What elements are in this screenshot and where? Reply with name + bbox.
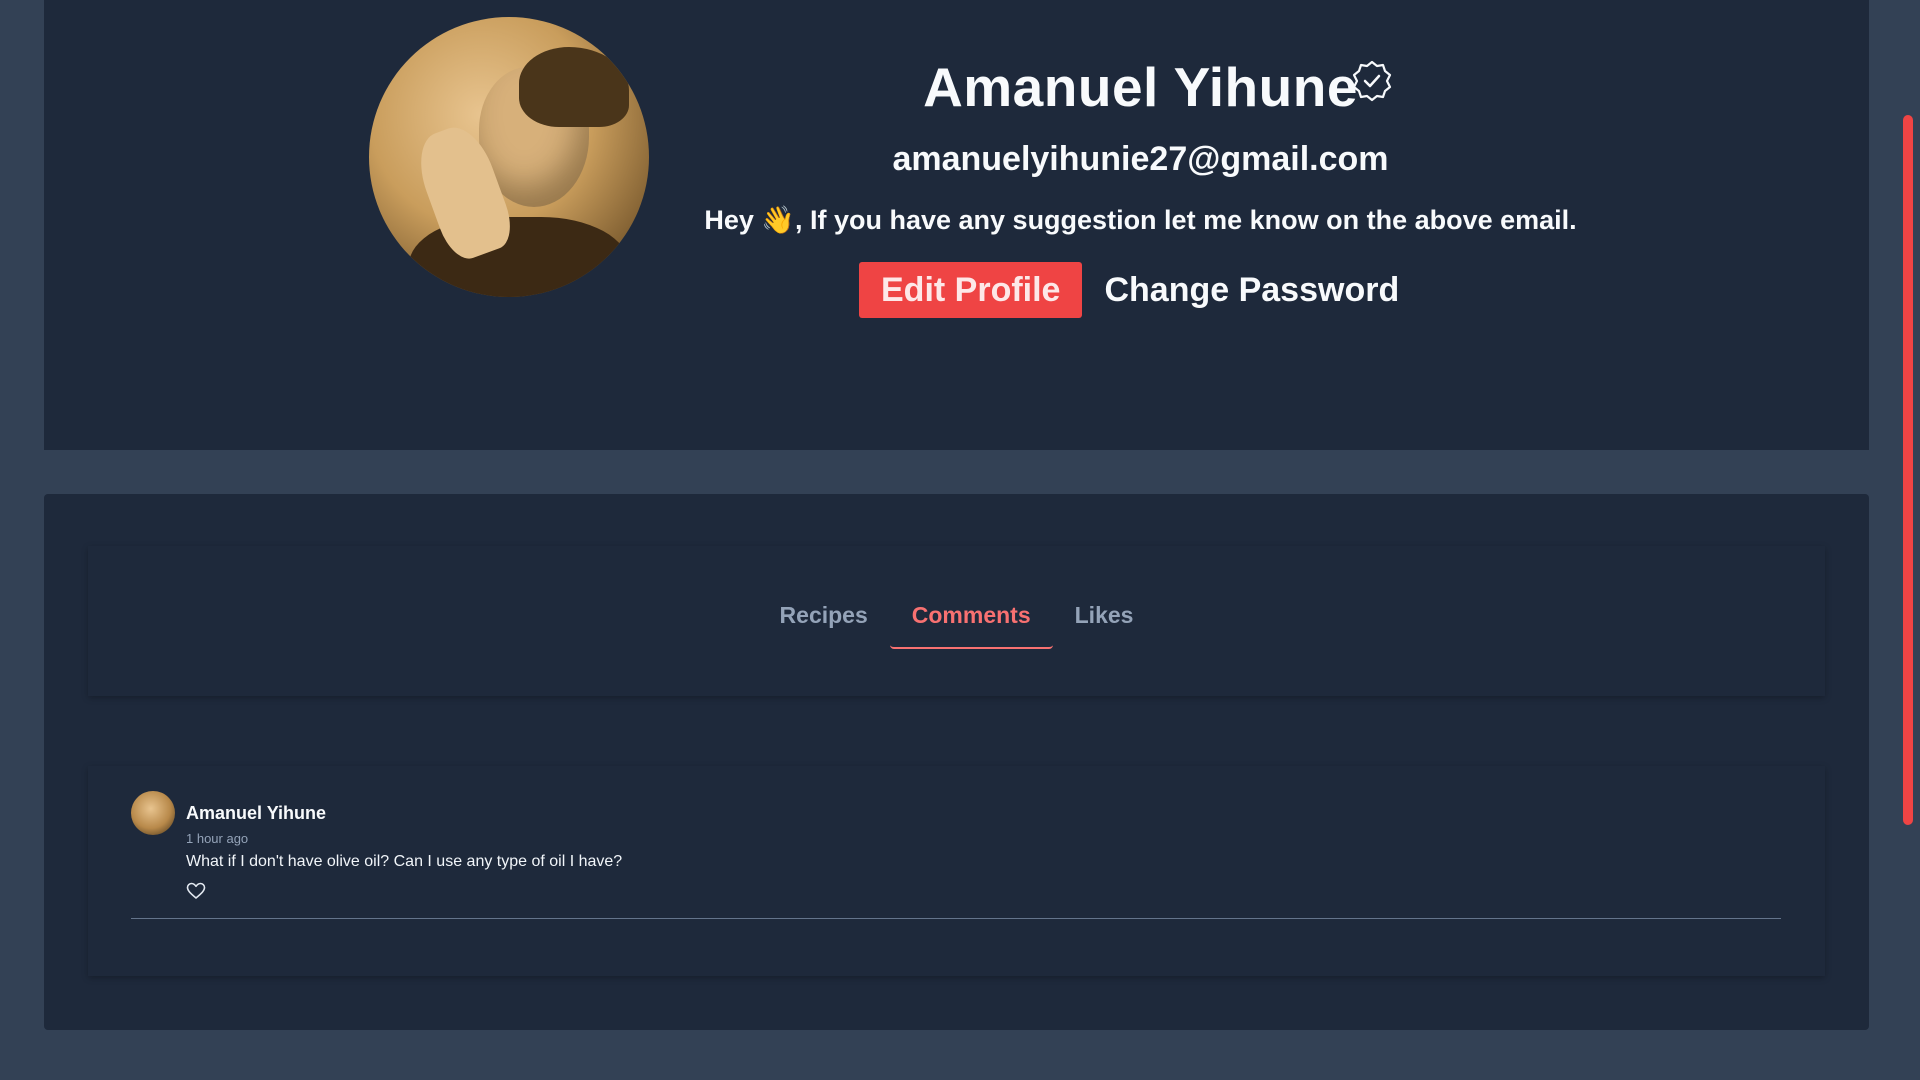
heart-icon[interactable] [186,882,206,900]
comment-timestamp: 1 hour ago [186,831,249,846]
profile-name-row: Amanuel Yihune [44,55,1920,119]
profile-content-card: Recipes Comments Likes Amanuel Yihune 1 … [44,494,1869,1030]
change-password-button[interactable]: Change Password [1104,271,1399,310]
comment-author[interactable]: Amanuel Yihune [186,803,326,824]
profile-email: amanuelyihunie27@gmail.com [892,140,1389,178]
tabs-panel: Recipes Comments Likes [88,546,1825,696]
comments-panel: Amanuel Yihune 1 hour ago What if I don'… [88,766,1825,976]
profile-actions: Edit Profile Change Password [859,262,1399,318]
tab-comments[interactable]: Comments [889,588,1053,649]
tab-recipes[interactable]: Recipes [758,588,890,649]
page-scrollbar[interactable] [1892,0,1920,1080]
profile-name: Amanuel Yihune [923,56,1358,118]
verified-badge-icon [1352,60,1392,102]
scrollbar-thumb[interactable] [1903,115,1913,825]
avatar[interactable] [131,791,175,835]
tab-likes[interactable]: Likes [1053,588,1156,649]
comment-text: What if I don't have olive oil? Can I us… [186,853,623,870]
tab-bar: Recipes Comments Likes [88,588,1825,649]
profile-header-card: Amanuel Yihune amanuelyihunie27@gmail.co… [44,0,1869,450]
profile-bio: Hey 👋, If you have any suggestion let me… [704,205,1577,235]
comment-divider [131,918,1781,919]
edit-profile-button[interactable]: Edit Profile [859,262,1083,318]
